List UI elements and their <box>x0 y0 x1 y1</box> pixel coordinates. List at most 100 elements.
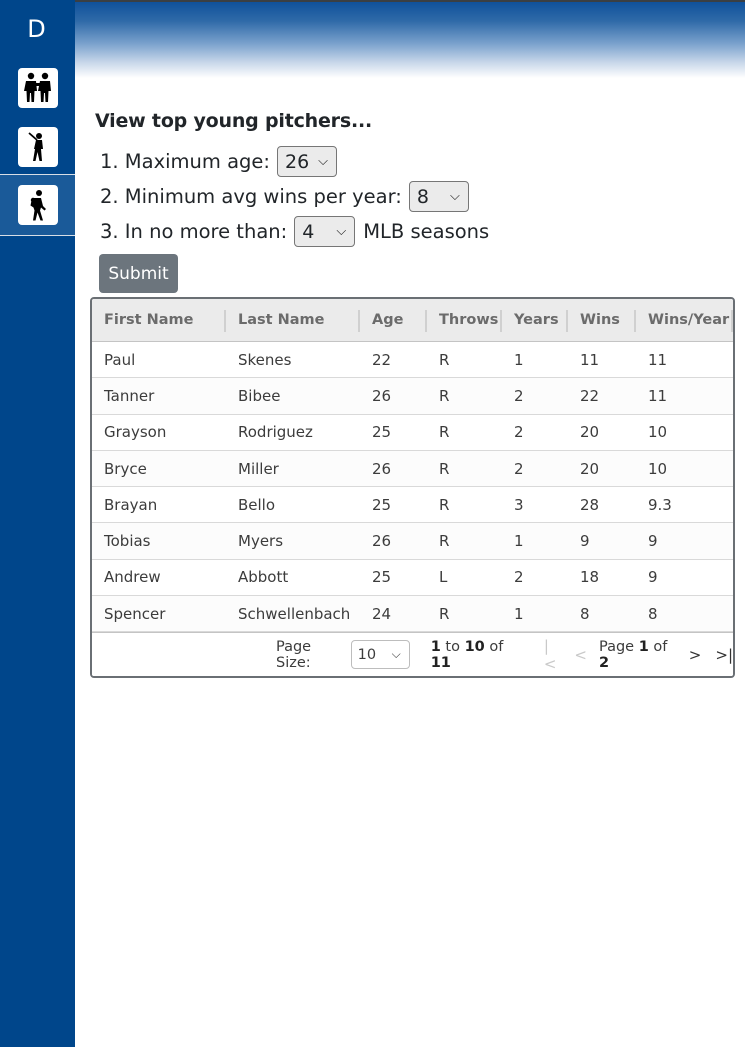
min-wins-value: 8 <box>416 185 429 208</box>
table-cell: Schwellenbach <box>238 604 351 623</box>
table-cell: Bryce <box>104 459 147 478</box>
table-cell: 9 <box>648 532 658 551</box>
next-page-icon[interactable]: > <box>689 646 702 664</box>
table-row[interactable]: Andrew Abbott 25 L 2 18 9 <box>92 560 733 597</box>
sidebar-item-batters[interactable] <box>0 117 75 176</box>
table-row[interactable]: Tanner Bibee 26 R 2 22 11 <box>92 378 733 415</box>
sidebar-item-pitchers[interactable] <box>0 174 75 236</box>
table-cell: 20 <box>580 423 600 442</box>
column-header-first-name[interactable]: First Name <box>92 310 226 332</box>
max-seasons-row: 3. In no more than: 4 ⌵ MLB seasons <box>100 214 740 249</box>
page-title: View top young pitchers... <box>95 110 372 132</box>
page-of-word: of <box>653 638 668 655</box>
table-cell: R <box>439 604 450 623</box>
table-cell: 2 <box>514 386 524 405</box>
results-grid: First Name Last Name Age Throws Years Wi… <box>90 297 735 678</box>
chevron-down-icon: ⌵ <box>391 647 401 661</box>
grid-header-row: First Name Last Name Age Throws Years Wi… <box>92 299 733 342</box>
table-cell: Miller <box>238 459 279 478</box>
table-row[interactable]: Bryce Miller 26 R 2 20 10 <box>92 450 733 488</box>
column-header-years[interactable]: Years <box>502 310 568 332</box>
table-cell: R <box>439 459 450 478</box>
table-cell: 26 <box>372 386 392 405</box>
grid-body: Paul Skenes 22 R 1 11 11 Tanner Bibee 26 R 2 22 11 Gra… <box>92 342 733 633</box>
page-description: Page 1 of 2 <box>599 639 677 671</box>
table-cell: 26 <box>372 532 392 551</box>
table-cell: Grayson <box>104 423 167 442</box>
table-cell: 2 <box>514 568 524 587</box>
previous-page-icon[interactable]: < <box>574 646 587 664</box>
max-seasons-select[interactable]: 4 ⌵ <box>294 216 356 247</box>
batter-icon <box>17 126 58 167</box>
max-age-select[interactable]: 26 ⌵ <box>276 146 337 177</box>
table-cell: 11 <box>580 350 600 369</box>
table-cell: 26 <box>372 459 392 478</box>
table-cell: 11 <box>648 350 668 369</box>
table-cell: 9.3 <box>648 495 672 514</box>
table-row[interactable]: Tobias Myers 26 R 1 9 9 <box>92 523 733 560</box>
max-age-value: 26 <box>284 150 310 173</box>
max-seasons-value: 4 <box>302 220 315 243</box>
min-wins-select[interactable]: 8 ⌵ <box>408 181 469 212</box>
table-cell: Skenes <box>238 350 292 369</box>
table-cell: Bello <box>238 495 276 514</box>
table-cell: Spencer <box>104 604 166 623</box>
min-wins-row: 2. Minimum avg wins per year: 8 ⌵ <box>100 179 740 214</box>
column-header-throws[interactable]: Throws <box>427 310 502 332</box>
chevron-down-icon: ⌵ <box>336 224 347 239</box>
table-cell: Myers <box>238 532 284 551</box>
table-cell: Abbott <box>238 568 289 587</box>
table-cell: R <box>439 350 450 369</box>
page-size-select[interactable]: 10 ⌵ <box>350 640 410 669</box>
table-row[interactable]: Grayson Rodriguez 25 R 2 20 10 <box>92 415 733 451</box>
pitcher-icon <box>17 185 58 225</box>
brand-logo[interactable]: D <box>0 0 75 58</box>
page-word: Page <box>599 638 635 655</box>
table-cell: 2 <box>514 459 524 478</box>
table-row[interactable]: Spencer Schwellenbach 24 R 1 8 8 <box>92 596 733 633</box>
max-seasons-label: 3. In no more than: <box>100 220 288 243</box>
table-cell: 11 <box>648 386 668 405</box>
header-banner <box>75 0 745 78</box>
table-cell: 28 <box>580 495 600 514</box>
table-cell: Bibee <box>238 386 281 405</box>
min-wins-label: 2. Minimum avg wins per year: <box>100 185 402 208</box>
table-cell: Tanner <box>104 386 155 405</box>
sidebar-item-players[interactable] <box>0 58 75 117</box>
range-total: 11 <box>430 654 451 671</box>
table-cell: 1 <box>514 532 524 551</box>
column-header-age[interactable]: Age <box>360 310 427 332</box>
first-page-icon[interactable]: |< <box>544 637 561 673</box>
table-cell: Brayan <box>104 495 158 514</box>
range-from: 1 <box>430 638 441 655</box>
page-current: 1 <box>638 638 649 655</box>
submit-button[interactable]: Submit <box>99 254 178 293</box>
table-cell: 25 <box>372 495 392 514</box>
table-cell: R <box>439 532 450 551</box>
table-row[interactable]: Paul Skenes 22 R 1 11 11 <box>92 342 733 379</box>
table-cell: R <box>439 386 450 405</box>
last-page-icon[interactable]: >| <box>715 646 733 664</box>
table-cell: 22 <box>580 386 600 405</box>
table-cell: 25 <box>372 568 392 587</box>
range-of-word: of <box>489 638 504 655</box>
page-size-label: Page Size: <box>276 638 312 671</box>
sidebar: D <box>0 0 75 1047</box>
table-cell: Paul <box>104 350 136 369</box>
page-size-value: 10 <box>357 646 377 663</box>
column-header-last-name[interactable]: Last Name <box>226 310 360 332</box>
chevron-down-icon: ⌵ <box>449 189 460 204</box>
table-cell: 10 <box>648 423 668 442</box>
table-cell: 3 <box>514 495 524 514</box>
pagination-panel: Page Size: 10 ⌵ 1 to 10 of 11 |< < Page … <box>92 632 733 676</box>
table-row[interactable]: Brayan Bello 25 R 3 28 9.3 <box>92 487 733 524</box>
table-cell: 24 <box>372 604 392 623</box>
table-cell: 8 <box>580 604 590 623</box>
table-cell: L <box>439 568 448 587</box>
table-cell: Andrew <box>104 568 161 587</box>
column-header-wins-per-year[interactable]: Wins/Year <box>636 310 733 332</box>
query-form: View top young pitchers... 1. Maximum ag… <box>95 110 740 293</box>
max-age-row: 1. Maximum age: 26 ⌵ <box>100 144 740 179</box>
column-header-wins[interactable]: Wins <box>568 310 636 332</box>
table-cell: 1 <box>514 604 524 623</box>
